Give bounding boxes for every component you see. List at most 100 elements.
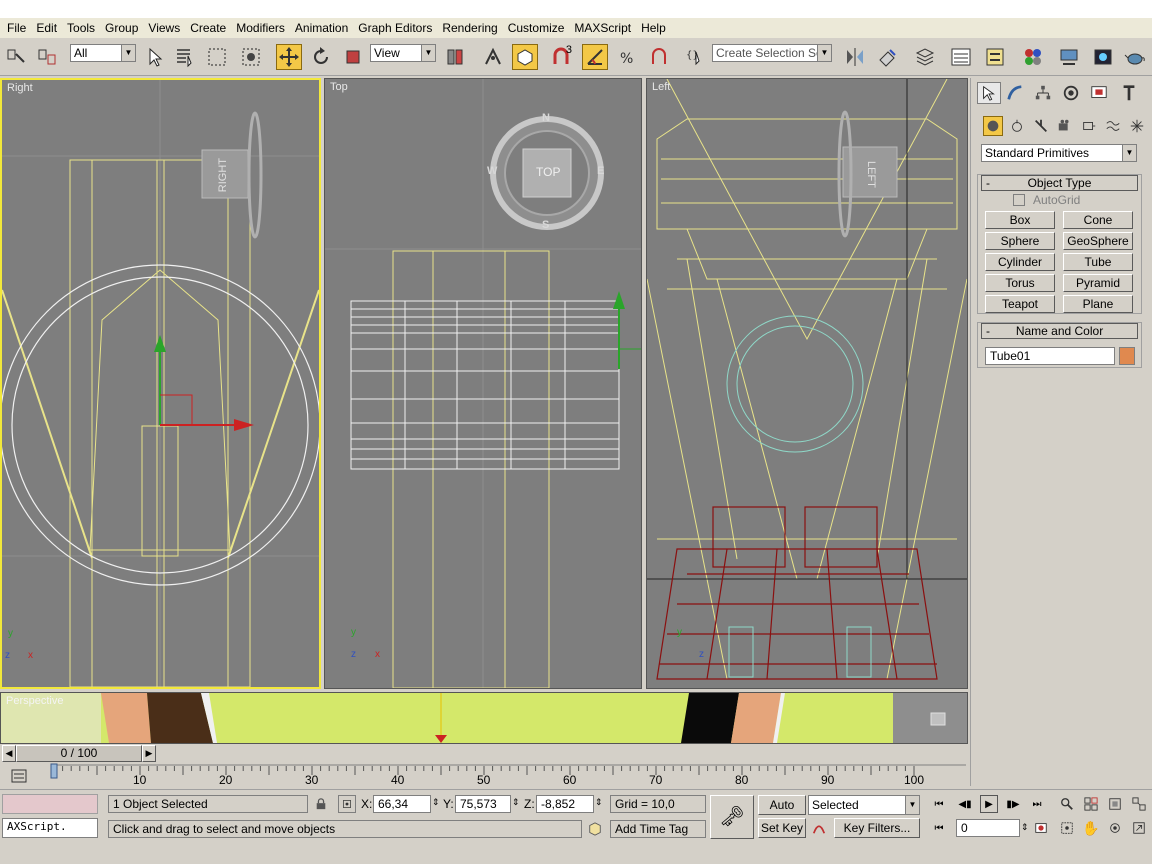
- motion-tab-icon[interactable]: [1059, 82, 1083, 104]
- pyramid-button[interactable]: Pyramid: [1063, 274, 1133, 292]
- menu-views[interactable]: Views: [143, 19, 185, 37]
- align-icon[interactable]: [874, 44, 900, 70]
- layer-icon[interactable]: [912, 44, 938, 70]
- time-tag-icon[interactable]: [586, 820, 604, 838]
- snap-icon[interactable]: 3: [548, 44, 574, 70]
- key-mode-dropdown[interactable]: Selected ▼: [808, 795, 920, 815]
- menu-modifiers[interactable]: Modifiers: [231, 19, 290, 37]
- utilities-tab-icon[interactable]: [1117, 82, 1141, 104]
- geosphere-button[interactable]: GeoSphere: [1063, 232, 1133, 250]
- viewport-top[interactable]: Top TOP N E S W y z x: [324, 78, 642, 689]
- display-tab-icon[interactable]: [1087, 82, 1111, 104]
- y-spinner-icon[interactable]: ⇕: [512, 793, 520, 811]
- key-tangent-icon[interactable]: [810, 819, 828, 837]
- primitive-type-dropdown[interactable]: Standard Primitives ▼: [981, 144, 1137, 162]
- x-coordinate-field[interactable]: 66,34: [373, 795, 431, 813]
- add-time-tag[interactable]: Add Time Tag: [610, 820, 706, 838]
- time-config-icon[interactable]: [1032, 819, 1050, 837]
- frame-spinner-icon[interactable]: ⇕: [1021, 818, 1029, 836]
- select-object-icon[interactable]: [142, 44, 168, 70]
- spacewarps-category-icon[interactable]: [1103, 116, 1123, 136]
- pan-icon[interactable]: ✋: [1082, 819, 1100, 837]
- play-icon[interactable]: ▶: [980, 795, 998, 813]
- z-coordinate-field[interactable]: -8,852: [536, 795, 594, 813]
- select-manipulate-icon[interactable]: [512, 44, 538, 70]
- viewport-right[interactable]: Right RIGHT y z x: [0, 78, 321, 689]
- create-tab-icon[interactable]: [977, 82, 1001, 104]
- menu-help[interactable]: Help: [636, 19, 671, 37]
- manipulate-icon[interactable]: [480, 44, 506, 70]
- box-button[interactable]: Box: [985, 211, 1055, 229]
- time-next-icon[interactable]: ▶: [142, 745, 156, 762]
- maximize-viewport-icon[interactable]: [1130, 819, 1148, 837]
- y-coordinate-field[interactable]: 75,573: [455, 795, 511, 813]
- schematic-icon[interactable]: [982, 44, 1008, 70]
- named-selection-icon[interactable]: {}: [682, 44, 708, 70]
- systems-category-icon[interactable]: [1127, 116, 1147, 136]
- zoom-all-icon[interactable]: [1082, 795, 1100, 813]
- tube-button[interactable]: Tube: [1063, 253, 1133, 271]
- key-filters-button[interactable]: Key Filters...: [834, 818, 920, 838]
- sphere-button[interactable]: Sphere: [985, 232, 1055, 250]
- cylinder-button[interactable]: Cylinder: [985, 253, 1055, 271]
- menu-group[interactable]: Group: [100, 19, 143, 37]
- teapot-button[interactable]: Teapot: [985, 295, 1055, 313]
- menu-create[interactable]: Create: [185, 19, 231, 37]
- menu-graph-editors[interactable]: Graph Editors: [353, 19, 437, 37]
- set-key-button[interactable]: Set Key: [758, 818, 806, 838]
- current-frame-field[interactable]: 0: [956, 819, 1020, 837]
- viewport-perspective[interactable]: Perspective: [0, 692, 968, 744]
- set-key-big-icon[interactable]: 🗝: [710, 795, 754, 839]
- shapes-category-icon[interactable]: [1007, 116, 1027, 136]
- key-mode-toggle-icon[interactable]: ⏮: [930, 819, 948, 837]
- plane-button[interactable]: Plane: [1063, 295, 1133, 313]
- viewcube-left[interactable]: LEFT: [865, 161, 877, 188]
- menu-customize[interactable]: Customize: [503, 19, 570, 37]
- autogrid-checkbox[interactable]: [1013, 194, 1025, 206]
- quick-render-icon[interactable]: [1090, 44, 1116, 70]
- angle-snap-icon[interactable]: [582, 44, 608, 70]
- viewport-label-top[interactable]: Top: [330, 81, 348, 93]
- previous-frame-icon[interactable]: ◀▮: [956, 795, 974, 813]
- go-to-start-icon[interactable]: ⏮: [930, 795, 948, 813]
- viewport-left[interactable]: Left LEFT y z: [646, 78, 968, 689]
- object-type-rollout-header[interactable]: - Object Type: [981, 175, 1138, 191]
- viewcube-top[interactable]: TOP: [536, 165, 560, 179]
- cameras-category-icon[interactable]: [1055, 116, 1075, 136]
- viewport-label-perspective[interactable]: Perspective: [6, 695, 63, 707]
- viewcube-right[interactable]: RIGHT: [217, 158, 229, 192]
- maxscript-listener-pink[interactable]: [2, 794, 98, 814]
- maxscript-mini-listener[interactable]: AXScript.: [2, 818, 98, 838]
- window-crossing-icon[interactable]: [238, 44, 264, 70]
- reference-coord-dropdown[interactable]: View ▼: [370, 44, 436, 62]
- time-slider-thumb[interactable]: 0 / 100: [16, 745, 142, 762]
- menu-edit[interactable]: Edit: [31, 19, 62, 37]
- rect-region-icon[interactable]: [204, 44, 230, 70]
- cone-button[interactable]: Cone: [1063, 211, 1133, 229]
- menu-animation[interactable]: Animation: [290, 19, 353, 37]
- hierarchy-tab-icon[interactable]: [1031, 82, 1055, 104]
- percent-snap-icon[interactable]: %: [614, 44, 640, 70]
- z-spinner-icon[interactable]: ⇕: [595, 793, 603, 811]
- next-frame-icon[interactable]: ▮▶: [1004, 795, 1022, 813]
- object-name-field[interactable]: Tube01: [985, 347, 1115, 365]
- x-spinner-icon[interactable]: ⇕: [432, 793, 440, 811]
- menu-maxscript[interactable]: MAXScript: [569, 19, 636, 37]
- pivot-icon[interactable]: [442, 44, 468, 70]
- teapot-icon[interactable]: [1122, 44, 1148, 70]
- geometry-category-icon[interactable]: [983, 116, 1003, 136]
- time-prev-icon[interactable]: ◀: [2, 745, 16, 762]
- render-scene-icon[interactable]: [1056, 44, 1082, 70]
- helpers-category-icon[interactable]: [1079, 116, 1099, 136]
- curve-editor-icon[interactable]: [948, 44, 974, 70]
- unlink-icon[interactable]: [34, 44, 60, 70]
- object-color-swatch[interactable]: [1119, 347, 1135, 365]
- spinner-snap-icon[interactable]: [646, 44, 672, 70]
- zoom-extents-all-icon[interactable]: [1130, 795, 1148, 813]
- material-editor-icon[interactable]: [1020, 44, 1046, 70]
- move-icon[interactable]: [276, 44, 302, 70]
- arc-rotate-icon[interactable]: [1106, 819, 1124, 837]
- field-of-view-icon[interactable]: [1058, 819, 1076, 837]
- select-by-name-icon[interactable]: [172, 44, 198, 70]
- scale-icon[interactable]: [340, 44, 366, 70]
